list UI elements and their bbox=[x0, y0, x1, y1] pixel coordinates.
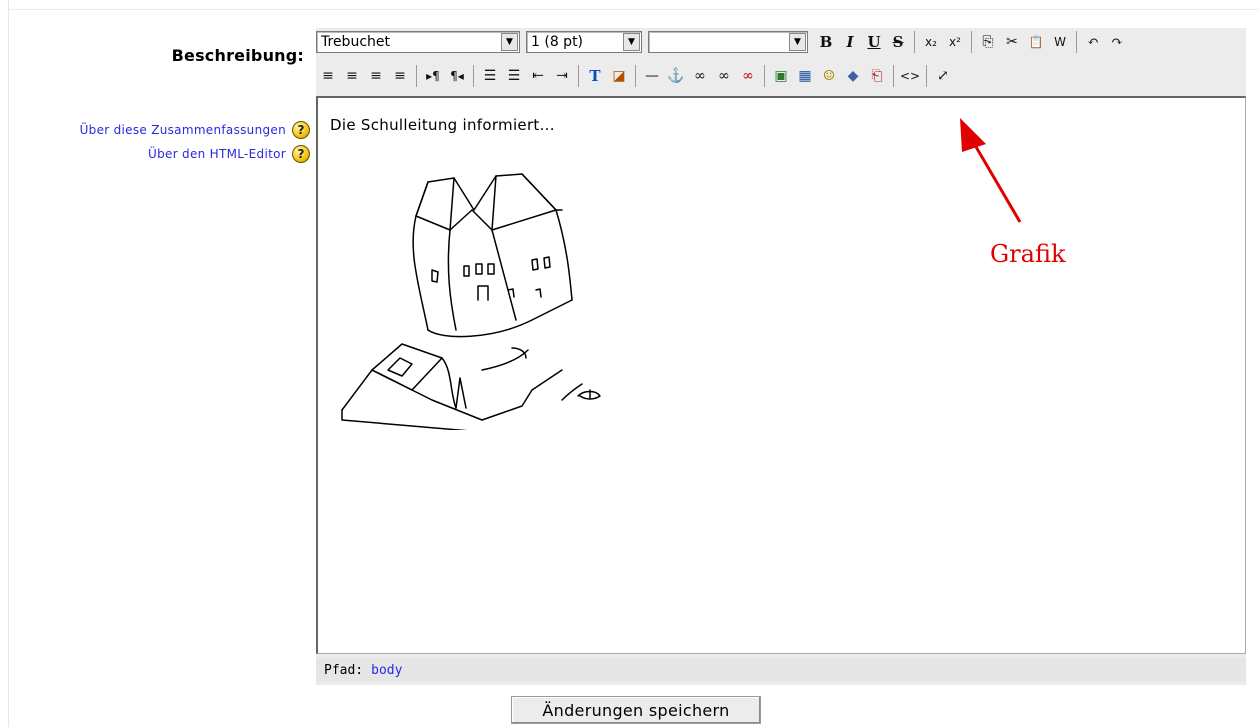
annotation-arrow bbox=[960, 118, 1022, 223]
toolbar-separator bbox=[473, 65, 474, 87]
path-label: Pfad: bbox=[324, 662, 364, 678]
paste-word-button[interactable]: W bbox=[1048, 30, 1072, 54]
italic-button[interactable]: I bbox=[838, 30, 862, 54]
anchor-button[interactable]: ⚓ bbox=[664, 64, 688, 88]
insert-image-button[interactable]: ▣ bbox=[769, 64, 793, 88]
school-building-drawing[interactable] bbox=[332, 170, 632, 430]
special-char-button[interactable]: ◆ bbox=[841, 64, 865, 88]
indent-button[interactable]: ⇥ bbox=[550, 64, 574, 88]
horizontal-rule-button[interactable]: — bbox=[640, 64, 664, 88]
toolbar-separator bbox=[914, 31, 915, 53]
undo-button[interactable]: ↶ bbox=[1081, 30, 1105, 54]
content-text: Die Schulleitung informiert... bbox=[330, 116, 555, 134]
toolbar-separator bbox=[416, 65, 417, 87]
nolink-button[interactable]: ∞ bbox=[736, 64, 760, 88]
editor-content-area[interactable]: Die Schulleitung informiert... bbox=[316, 96, 1246, 654]
outdent-button[interactable]: ⇤ bbox=[526, 64, 550, 88]
unordered-list-button[interactable]: ☰ bbox=[502, 64, 526, 88]
align-center-button[interactable]: ≡ bbox=[340, 64, 364, 88]
format-select[interactable]: ▼ bbox=[648, 31, 808, 53]
font-size-value: 1 (8 pt) bbox=[531, 34, 584, 50]
toolbar-separator bbox=[926, 65, 927, 87]
chevron-down-icon: ▼ bbox=[789, 33, 806, 51]
font-size-select[interactable]: 1 (8 pt) ▼ bbox=[526, 31, 642, 53]
bold-button[interactable]: B bbox=[814, 30, 838, 54]
smiley-button[interactable]: ☺ bbox=[817, 64, 841, 88]
toolbar-separator bbox=[893, 65, 894, 87]
help-editor-link[interactable]: Über den HTML-Editor bbox=[148, 147, 286, 161]
chevron-down-icon: ▼ bbox=[623, 33, 640, 51]
cut-button[interactable]: ✂ bbox=[1000, 30, 1024, 54]
toolbar-row-2: ≡ ≡ ≡ ≡ ▸¶ ¶◂ ☰ ☰ ⇤ ⇥ T ◪ — ⚓ ∞ ∞ ∞ ▣ ▦ … bbox=[316, 62, 955, 90]
align-left-button[interactable]: ≡ bbox=[316, 64, 340, 88]
ordered-list-button[interactable]: ☰ bbox=[478, 64, 502, 88]
editor-path-bar: Pfad: body bbox=[316, 658, 1246, 682]
description-label: Beschreibung: bbox=[171, 46, 304, 65]
background-color-button[interactable]: ◪ bbox=[607, 64, 631, 88]
rtl-button[interactable]: ¶◂ bbox=[445, 64, 469, 88]
help-links: Über diese Zusammenfassungen ? Über den … bbox=[20, 118, 310, 166]
toolbar-row-1: Trebuchet ▼ 1 (8 pt) ▼ ▼ B I U S x₂ x² ⎘… bbox=[316, 28, 1129, 56]
font-family-value: Trebuchet bbox=[321, 34, 390, 50]
annotation-label: Grafik bbox=[990, 240, 1066, 268]
justify-button[interactable]: ≡ bbox=[388, 64, 412, 88]
toolbar-separator bbox=[578, 65, 579, 87]
toolbar-separator bbox=[971, 31, 972, 53]
frame-left-border bbox=[8, 0, 9, 727]
copy-button[interactable]: ⎘ bbox=[976, 30, 1000, 54]
subscript-button[interactable]: x₂ bbox=[919, 30, 943, 54]
redo-button[interactable]: ↷ bbox=[1105, 30, 1129, 54]
frame-top-border bbox=[8, 9, 1259, 10]
help-row-summary: Über diese Zusammenfassungen ? bbox=[20, 118, 310, 142]
superscript-button[interactable]: x² bbox=[943, 30, 967, 54]
search-replace-button[interactable]: ⎗ bbox=[865, 64, 889, 88]
help-summary-link[interactable]: Über diese Zusammenfassungen bbox=[80, 123, 286, 137]
ltr-button[interactable]: ▸¶ bbox=[421, 64, 445, 88]
html-source-button[interactable]: <> bbox=[898, 64, 922, 88]
toolbar-separator bbox=[635, 65, 636, 87]
save-changes-button[interactable]: Änderungen speichern bbox=[511, 696, 761, 724]
toolbar-separator bbox=[1076, 31, 1077, 53]
underline-button[interactable]: U bbox=[862, 30, 886, 54]
unlink-button[interactable]: ∞ bbox=[712, 64, 736, 88]
help-icon[interactable]: ? bbox=[292, 121, 310, 139]
chevron-down-icon: ▼ bbox=[501, 33, 518, 51]
align-right-button[interactable]: ≡ bbox=[364, 64, 388, 88]
help-icon[interactable]: ? bbox=[292, 145, 310, 163]
text-color-button[interactable]: T bbox=[583, 64, 607, 88]
paste-button[interactable]: 📋 bbox=[1024, 30, 1048, 54]
path-value[interactable]: body bbox=[371, 663, 402, 678]
help-row-editor: Über den HTML-Editor ? bbox=[20, 142, 310, 166]
toolbar-separator bbox=[764, 65, 765, 87]
font-family-select[interactable]: Trebuchet ▼ bbox=[316, 31, 520, 53]
fullscreen-button[interactable]: ⤢ bbox=[931, 64, 955, 88]
insert-table-button[interactable]: ▦ bbox=[793, 64, 817, 88]
strikethrough-button[interactable]: S bbox=[886, 30, 910, 54]
link-button[interactable]: ∞ bbox=[688, 64, 712, 88]
